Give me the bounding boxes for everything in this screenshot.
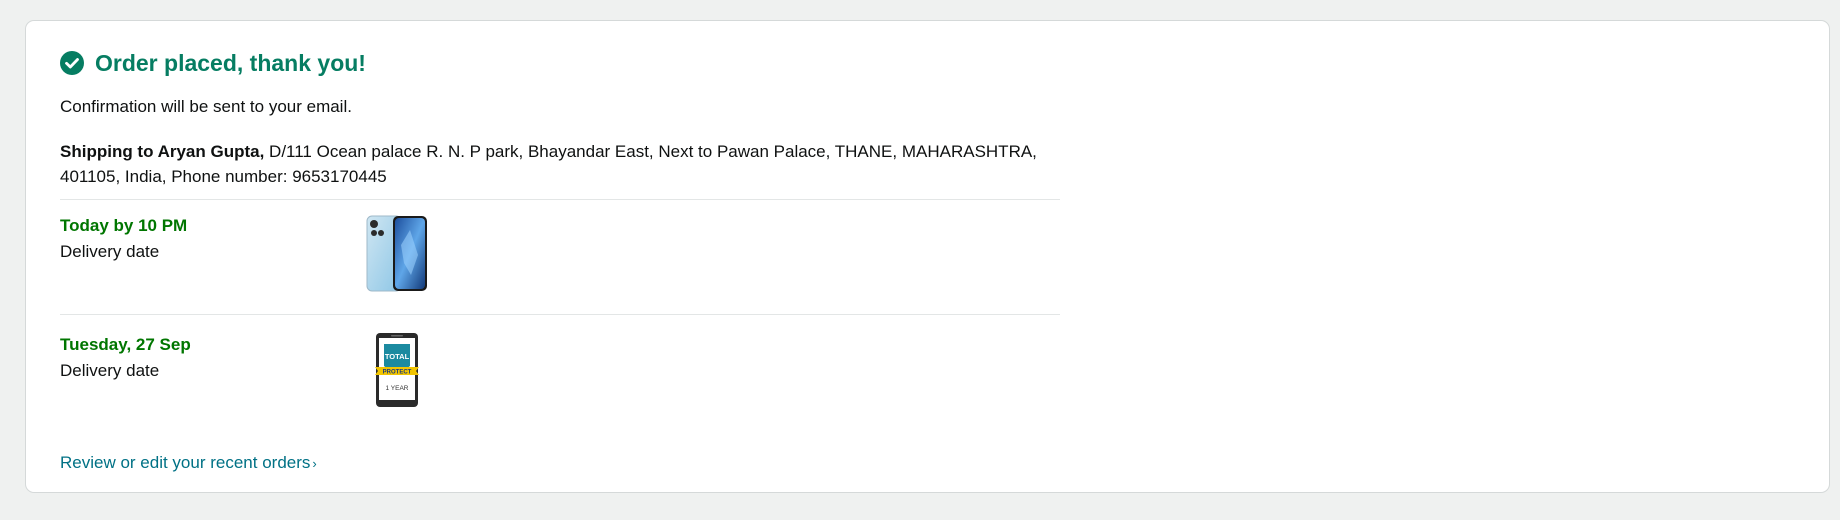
delivery-item: Tuesday, 27 Sep Delivery date TOTAL PROT…: [60, 315, 1060, 451]
confirmation-message: Confirmation will be sent to your email.: [60, 97, 352, 116]
total-protect-plan-image[interactable]: TOTAL PROTECT 1 YEAR: [373, 332, 421, 408]
review-orders-label: Review or edit your recent orders: [60, 453, 311, 472]
chevron-right-icon: ›: [312, 456, 317, 471]
check-circle-icon: [60, 51, 84, 75]
smartphone-product-image[interactable]: [366, 215, 428, 293]
order-confirmation-content: Order placed, thank you! Confirmation wi…: [60, 45, 1060, 476]
page-title: Order placed, thank you!: [95, 49, 366, 76]
badge-bottom-text: 1 YEAR: [385, 385, 408, 392]
delivery-date-label: Delivery date: [60, 242, 160, 261]
order-status-header: Order placed, thank you!: [60, 45, 1060, 81]
badge-top-text: TOTAL: [385, 352, 410, 361]
shipping-address: Shipping to Aryan Gupta, D/111 Ocean pal…: [60, 139, 1060, 189]
review-orders-link[interactable]: Review or edit your recent orders ›: [60, 451, 317, 476]
delivery-date-label: Delivery date: [60, 361, 160, 380]
shipping-recipient: Shipping to Aryan Gupta,: [60, 142, 265, 161]
order-confirmation-card: Order placed, thank you! Confirmation wi…: [25, 20, 1830, 493]
delivery-estimate: Tuesday, 27 Sep: [60, 335, 191, 354]
delivery-estimate: Today by 10 PM: [60, 216, 188, 235]
badge-ribbon-text: PROTECT: [383, 370, 412, 376]
delivery-item: Today by 10 PM Delivery date: [60, 200, 1060, 314]
